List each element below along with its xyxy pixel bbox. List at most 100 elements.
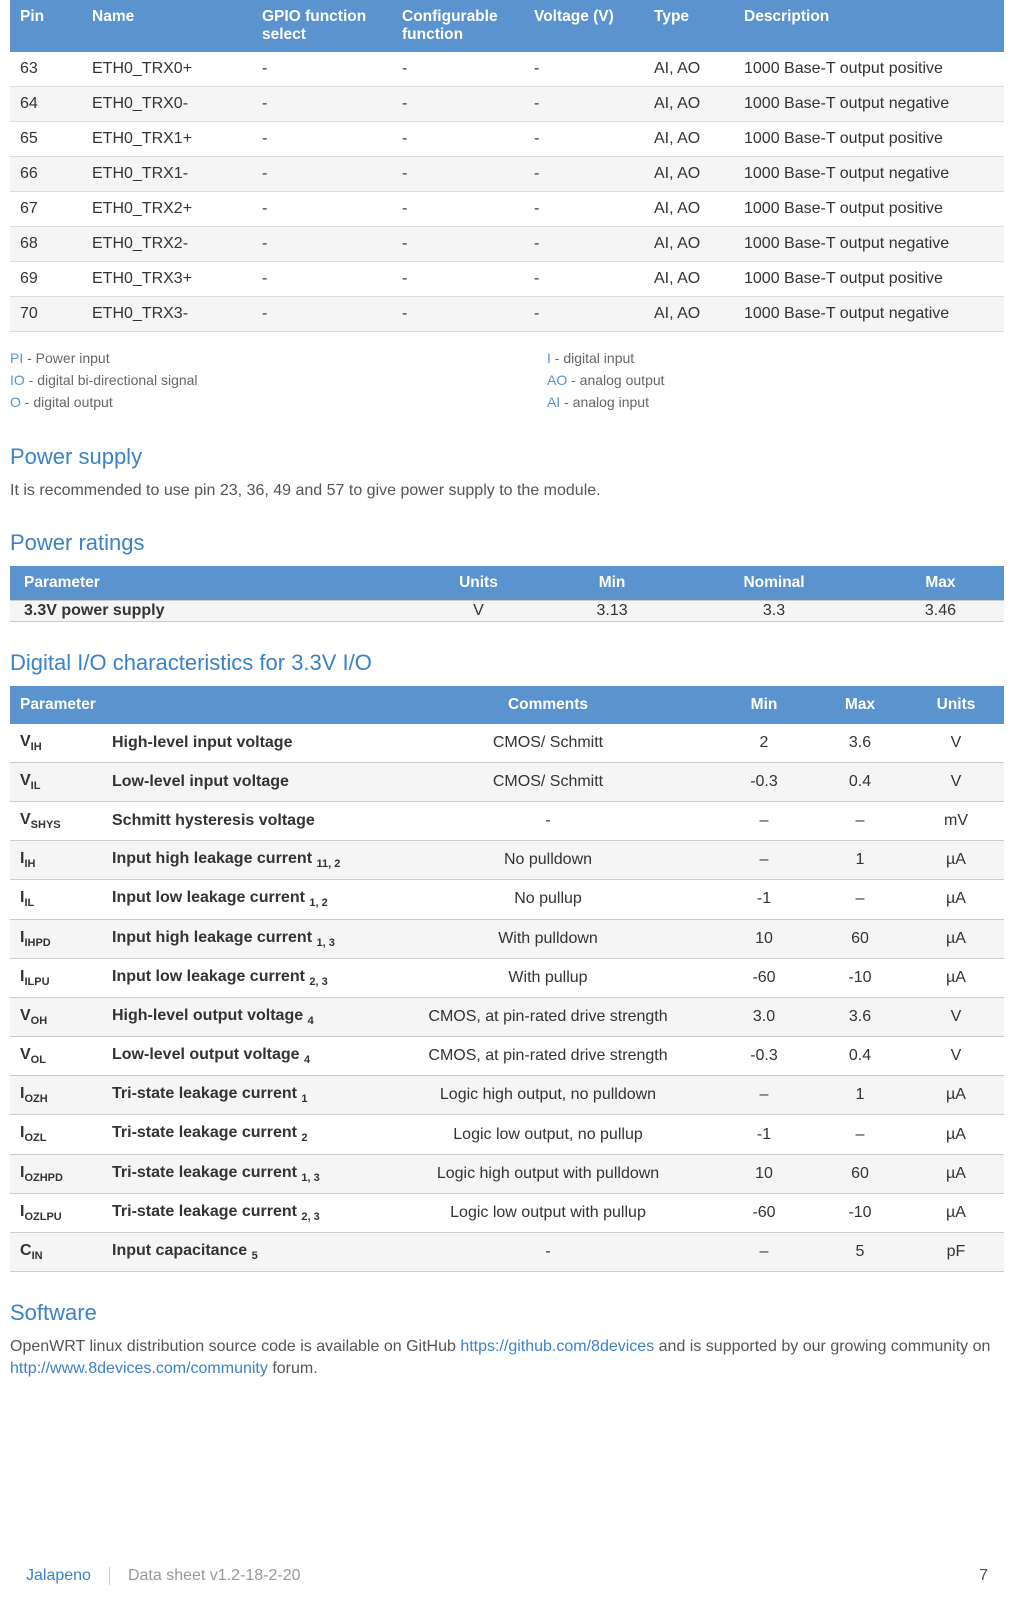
- io-cell: –: [812, 1115, 908, 1154]
- section-software: Software: [10, 1300, 1004, 1326]
- io-cell: –: [716, 1233, 812, 1272]
- table-row: 63ETH0_TRX0+---AI, AO1000 Base-T output …: [10, 52, 1004, 87]
- table-row: 69ETH0_TRX3+---AI, AO1000 Base-T output …: [10, 262, 1004, 297]
- io-cell: 10: [716, 1154, 812, 1193]
- pins-cell: AI, AO: [644, 262, 734, 297]
- table-row: IIHInput high leakage current 11, 2No pu…: [10, 841, 1004, 880]
- io-symbol: IIH: [10, 841, 104, 880]
- ratings-header-cell: Parameter: [10, 566, 404, 601]
- pins-cell: -: [392, 52, 524, 87]
- io-cell: µA: [908, 958, 1004, 997]
- software-mid: and is supported by our growing communit…: [654, 1338, 990, 1355]
- legend-text: - analog output: [567, 372, 664, 388]
- legend-text: - Power input: [23, 350, 109, 366]
- io-cell: 3.6: [812, 997, 908, 1036]
- io-header-cell: Max: [812, 686, 908, 724]
- table-row: IOZHTri-state leakage current 1Logic hig…: [10, 1076, 1004, 1115]
- pins-cell: 1000 Base-T output positive: [734, 192, 1004, 227]
- io-cell: No pulldown: [380, 841, 716, 880]
- pins-cell: -: [524, 157, 644, 192]
- pins-cell: AI, AO: [644, 192, 734, 227]
- pins-header-cell: Configurable function: [392, 0, 524, 52]
- pins-cell: -: [392, 262, 524, 297]
- table-row: VOHHigh-level output voltage 4CMOS, at p…: [10, 997, 1004, 1036]
- table-row: VIHHigh-level input voltageCMOS/ Schmitt…: [10, 724, 1004, 763]
- io-param-name: Low-level output voltage 4: [104, 1037, 380, 1076]
- pins-cell: 1000 Base-T output negative: [734, 157, 1004, 192]
- io-symbol: VIL: [10, 762, 104, 801]
- software-link-community[interactable]: http://www.8devices.com/community: [10, 1360, 268, 1377]
- io-cell: CMOS, at pin-rated drive strength: [380, 1037, 716, 1076]
- io-cell: µA: [908, 841, 1004, 880]
- pins-cell: -: [524, 262, 644, 297]
- io-cell: With pulldown: [380, 919, 716, 958]
- io-param-name: Tri-state leakage current 1, 3: [104, 1154, 380, 1193]
- legend-right: I - digital inputAO - analog outputAI - …: [547, 344, 1004, 416]
- pins-cell: ETH0_TRX3+: [82, 262, 252, 297]
- pins-cell: 1000 Base-T output negative: [734, 227, 1004, 262]
- io-symbol: IOZH: [10, 1076, 104, 1115]
- io-cell: 1: [812, 841, 908, 880]
- io-cell: CMOS/ Schmitt: [380, 762, 716, 801]
- pins-cell: 1000 Base-T output positive: [734, 52, 1004, 87]
- pins-cell: 66: [10, 157, 82, 192]
- io-cell: 2: [716, 724, 812, 763]
- pins-cell: 69: [10, 262, 82, 297]
- ratings-cell: V: [404, 600, 553, 621]
- footer-brand: Jalapeno: [26, 1567, 110, 1585]
- legend-abbr: PI: [10, 350, 23, 366]
- page-footer: Jalapeno Data sheet v1.2-18-2-20 7: [0, 1567, 1014, 1585]
- ratings-header-cell: Min: [553, 566, 671, 601]
- io-param-name: High-level output voltage 4: [104, 997, 380, 1036]
- power-ratings-table: ParameterUnitsMinNominalMax 3.3V power s…: [10, 566, 1004, 622]
- table-row: 64ETH0_TRX0----AI, AO1000 Base-T output …: [10, 87, 1004, 122]
- pins-cell: 65: [10, 122, 82, 157]
- legend-left: PI - Power inputIO - digital bi-directio…: [10, 344, 467, 416]
- pins-cell: ETH0_TRX3-: [82, 297, 252, 332]
- io-header-cell: Parameter: [10, 686, 380, 724]
- software-link-github[interactable]: https://github.com/8devices: [460, 1338, 654, 1355]
- io-param-name: Tri-state leakage current 2, 3: [104, 1193, 380, 1232]
- io-param-name: Schmitt hysteresis voltage: [104, 801, 380, 840]
- io-symbol: IIHPD: [10, 919, 104, 958]
- pins-cell: -: [252, 297, 392, 332]
- io-param-name: Input low leakage current 1, 2: [104, 880, 380, 919]
- io-param-name: Low-level input voltage: [104, 762, 380, 801]
- table-row: IOZHPDTri-state leakage current 1, 3Logi…: [10, 1154, 1004, 1193]
- pins-cell: -: [524, 87, 644, 122]
- pins-cell: 1000 Base-T output positive: [734, 262, 1004, 297]
- pins-cell: AI, AO: [644, 87, 734, 122]
- io-header-cell: Units: [908, 686, 1004, 724]
- io-cell: V: [908, 762, 1004, 801]
- io-symbol: VSHYS: [10, 801, 104, 840]
- io-param-name: Tri-state leakage current 1: [104, 1076, 380, 1115]
- io-symbol: VOL: [10, 1037, 104, 1076]
- pins-header-cell: Description: [734, 0, 1004, 52]
- io-cell: –: [716, 801, 812, 840]
- io-cell: µA: [908, 1154, 1004, 1193]
- io-cell: 5: [812, 1233, 908, 1272]
- pins-cell: AI, AO: [644, 52, 734, 87]
- io-param-name: Input high leakage current 11, 2: [104, 841, 380, 880]
- footer-page-number: 7: [979, 1567, 988, 1585]
- ratings-header-cell: Units: [404, 566, 553, 601]
- power-supply-body: It is recommended to use pin 23, 36, 49 …: [10, 480, 1004, 502]
- legend-abbr: AI: [547, 394, 560, 410]
- io-cell: 0.4: [812, 762, 908, 801]
- pins-table: PinNameGPIO function selectConfigurable …: [10, 0, 1004, 332]
- legend-item: O - digital output: [10, 394, 467, 410]
- io-header-cell: Comments: [380, 686, 716, 724]
- pins-cell: ETH0_TRX2+: [82, 192, 252, 227]
- io-cell: mV: [908, 801, 1004, 840]
- software-pre: OpenWRT linux distribution source code i…: [10, 1338, 460, 1355]
- io-cell: V: [908, 724, 1004, 763]
- pins-header-cell: Pin: [10, 0, 82, 52]
- pins-cell: 70: [10, 297, 82, 332]
- ratings-cell: 3.46: [877, 600, 1004, 621]
- section-power-supply: Power supply: [10, 444, 1004, 470]
- legend-text: - digital output: [21, 394, 113, 410]
- io-cell: 60: [812, 1154, 908, 1193]
- table-row: IILPUInput low leakage current 2, 3With …: [10, 958, 1004, 997]
- section-power-ratings: Power ratings: [10, 530, 1004, 556]
- table-row: 67ETH0_TRX2+---AI, AO1000 Base-T output …: [10, 192, 1004, 227]
